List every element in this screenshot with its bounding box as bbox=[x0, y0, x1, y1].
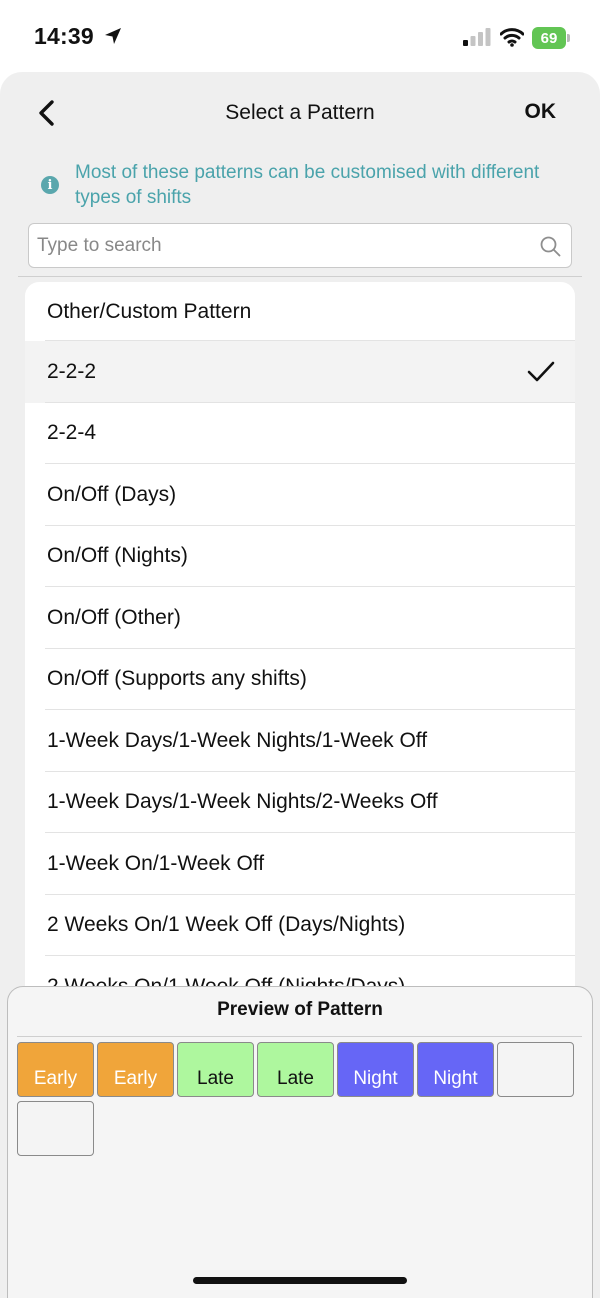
pattern-sheet: Select a Pattern OK i Most of these patt… bbox=[0, 72, 600, 1298]
list-item-label: 2-2-4 bbox=[47, 421, 97, 445]
search-divider bbox=[18, 276, 582, 277]
list-item-label: 1-Week Days/1-Week Nights/2-Weeks Off bbox=[47, 790, 438, 814]
info-icon: i bbox=[41, 176, 59, 194]
list-item[interactable]: On/Off (Supports any shifts) bbox=[25, 649, 575, 711]
list-item[interactable]: Other/Custom Pattern bbox=[25, 282, 575, 341]
list-item-label: On/Off (Nights) bbox=[47, 544, 188, 568]
list-item[interactable]: 1-Week On/1-Week Off bbox=[25, 833, 575, 895]
home-indicator[interactable] bbox=[193, 1277, 407, 1284]
list-item-selected[interactable]: 2-2-2 bbox=[25, 341, 575, 403]
list-item[interactable]: On/Off (Nights) bbox=[25, 526, 575, 588]
shift-tile: Early bbox=[17, 1042, 94, 1097]
list-item[interactable]: 1-Week Days/1-Week Nights/1-Week Off bbox=[25, 710, 575, 772]
shift-tile bbox=[17, 1101, 94, 1156]
list-item-label: On/Off (Other) bbox=[47, 605, 181, 629]
ok-button[interactable]: OK bbox=[525, 100, 557, 124]
cellular-signal-icon bbox=[463, 28, 491, 46]
list-item[interactable]: 2 Weeks On/1 Week Off (Days/Nights) bbox=[25, 895, 575, 957]
search-icon bbox=[540, 236, 561, 257]
list-item-label: Other/Custom Pattern bbox=[47, 299, 252, 323]
shift-tile: Night bbox=[417, 1042, 494, 1097]
pattern-preview-panel: Preview of Pattern Early Early Late Late Nig… bbox=[7, 986, 593, 1298]
list-item-label: 2 Weeks On/1 Week Off (Days/Nights) bbox=[47, 913, 406, 937]
battery-icon: 69 bbox=[532, 27, 572, 49]
shift-tile: Late bbox=[257, 1042, 334, 1097]
list-item-label: On/Off (Days) bbox=[47, 482, 177, 506]
info-banner: i Most of these patterns can be customis… bbox=[40, 160, 585, 212]
list-item-label: 1-Week Days/1-Week Nights/1-Week Off bbox=[47, 728, 428, 752]
status-bar: 14:39 69 bbox=[0, 0, 600, 72]
page-title: Select a Pattern bbox=[225, 101, 375, 124]
list-item[interactable]: 1-Week Days/1-Week Nights/2-Weeks Off bbox=[25, 772, 575, 834]
info-text: Most of these patterns can be customised… bbox=[75, 162, 540, 208]
list-item-label: 1-Week On/1-Week Off bbox=[47, 851, 265, 875]
preview-title: Preview of Pattern bbox=[217, 999, 383, 1020]
location-arrow-icon bbox=[105, 28, 121, 44]
pattern-list: Other/Custom Pattern 2-2-2 2-2-4 On/Off … bbox=[25, 282, 575, 1072]
list-item[interactable]: 2-2-4 bbox=[25, 403, 575, 465]
shift-tile: Late bbox=[177, 1042, 254, 1097]
status-time: 14:39 bbox=[34, 23, 94, 49]
battery-level: 69 bbox=[532, 27, 566, 49]
list-item[interactable]: On/Off (Days) bbox=[25, 464, 575, 526]
wifi-icon bbox=[500, 28, 524, 47]
shift-tile bbox=[497, 1042, 574, 1097]
checkmark-icon bbox=[527, 361, 555, 382]
list-item-label: 2-2-2 bbox=[47, 359, 97, 383]
shift-tile: Night bbox=[337, 1042, 414, 1097]
search-input[interactable] bbox=[37, 224, 527, 267]
list-item[interactable]: On/Off (Other) bbox=[25, 587, 575, 649]
list-item-label: On/Off (Supports any shifts) bbox=[47, 667, 307, 691]
shift-tile: Early bbox=[97, 1042, 174, 1097]
nav-bar: Select a Pattern OK bbox=[0, 72, 600, 154]
preview-divider bbox=[17, 1036, 582, 1037]
search-box bbox=[28, 223, 572, 268]
